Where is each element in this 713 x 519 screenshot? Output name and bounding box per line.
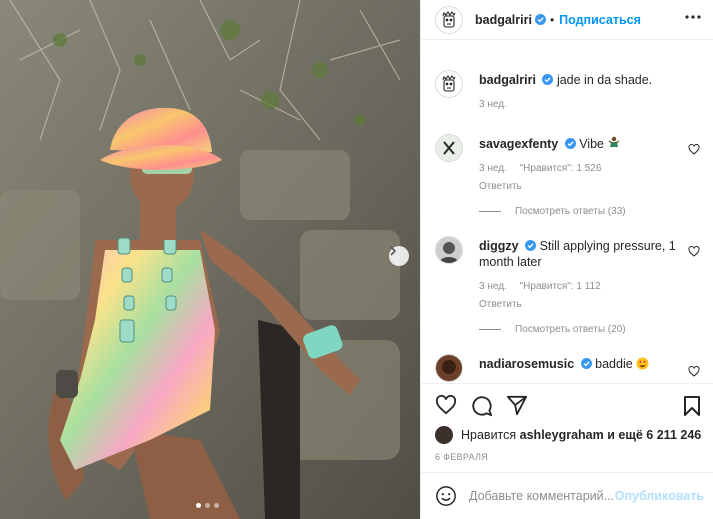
emoji-smiley-icon[interactable] <box>435 485 457 507</box>
view-replies-label: Посмотреть ответы (20) <box>515 324 626 335</box>
comment-username[interactable]: savagexfenty <box>479 137 558 151</box>
reply-button[interactable]: Ответить <box>479 179 680 195</box>
reply-button[interactable]: Ответить <box>479 297 680 313</box>
publish-button[interactable]: Опубликовать <box>615 489 704 503</box>
likes-prefix: Нравится <box>461 428 517 442</box>
chevron-right-icon <box>390 246 397 256</box>
avatar[interactable] <box>435 5 463 34</box>
carousel-dots <box>196 503 219 508</box>
post-username[interactable]: badgalriri <box>475 13 532 27</box>
comment-age: 3 нед. <box>479 163 507 174</box>
post-header: badgalriri • Подписаться <box>421 0 713 40</box>
follow-button[interactable]: Подписаться <box>559 13 641 27</box>
caption-text: jade in da shade. <box>556 73 653 87</box>
post-date[interactable]: 6 ФЕВРАЛЯ <box>435 452 488 462</box>
comment-username[interactable]: diggzy <box>479 239 519 253</box>
carousel-dot <box>205 503 210 508</box>
like-comment-heart-icon[interactable] <box>688 366 700 377</box>
liker-avatar <box>435 426 453 444</box>
comment-input[interactable]: Добавьте комментарий... <box>469 489 615 503</box>
next-slide-button[interactable] <box>389 246 409 266</box>
avatar[interactable] <box>435 354 463 382</box>
add-comment-bar: Добавьте комментарий... Опубликовать <box>421 472 713 519</box>
post-panel: badgalriri • Подписаться badgalriri jade… <box>420 0 713 519</box>
comment-age: 3 нед. <box>479 281 507 292</box>
view-replies-label: Посмотреть ответы (33) <box>515 206 626 217</box>
comment-likes[interactable]: "Нравится": 1 526 <box>520 163 602 174</box>
sketch-face-icon <box>442 75 456 92</box>
view-replies-button[interactable]: Посмотреть ответы (20) <box>479 324 626 335</box>
verified-badge-icon <box>580 358 592 369</box>
avatar[interactable] <box>435 70 463 98</box>
caption-username[interactable]: badgalriri <box>479 73 536 87</box>
save-bookmark-icon[interactable] <box>683 395 701 417</box>
comments-list[interactable]: badgalriri jade in da shade. 3 нед. sava… <box>421 56 713 383</box>
post-photo[interactable] <box>0 0 420 519</box>
carousel-dot <box>196 503 201 508</box>
dancer-emoji-icon <box>609 136 620 147</box>
user-photo-icon <box>442 360 456 374</box>
verified-badge-icon <box>534 14 546 25</box>
liker-username[interactable]: ashleygraham <box>520 428 604 442</box>
verified-badge-icon <box>564 138 576 149</box>
post-actions <box>421 383 713 425</box>
user-photo-icon <box>439 242 459 263</box>
comment-bubble-icon[interactable] <box>471 395 493 417</box>
caption-age: 3 нед. <box>479 99 507 110</box>
comment-likes[interactable]: "Нравится": 1 112 <box>520 281 601 292</box>
like-heart-icon[interactable] <box>435 395 457 415</box>
comment-username[interactable]: nadiarosemusic <box>479 357 574 371</box>
likes-summary[interactable]: Нравится ashleygraham и ещё 6 211 246 <box>435 426 701 444</box>
view-replies-button[interactable]: Посмотреть ответы (33) <box>479 206 626 217</box>
heart-eyes-emoji-icon <box>636 357 649 370</box>
avatar[interactable] <box>435 236 463 264</box>
comment-text: Vibe <box>579 137 604 151</box>
like-comment-heart-icon[interactable] <box>688 144 700 155</box>
photo-illustration <box>0 0 420 519</box>
more-options-icon[interactable] <box>685 15 701 19</box>
share-paper-plane-icon[interactable] <box>506 395 528 416</box>
verified-badge-icon <box>525 240 537 251</box>
like-comment-heart-icon[interactable] <box>688 246 700 257</box>
verified-badge-icon <box>542 74 554 85</box>
avatar[interactable] <box>435 134 463 162</box>
carousel-dot <box>214 503 219 508</box>
savagex-logo-icon <box>443 141 455 155</box>
comment-text: baddie <box>595 357 633 371</box>
likes-count[interactable]: и ещё 6 211 246 <box>607 428 701 442</box>
sketch-face-icon <box>442 10 456 28</box>
